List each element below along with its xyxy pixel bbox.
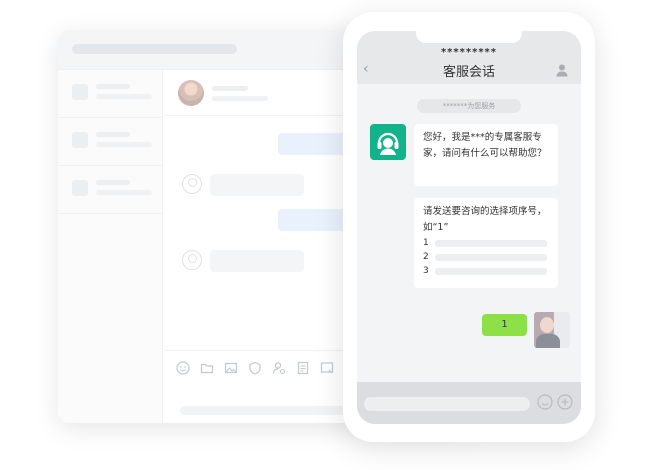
user-reply-bubble: 1 (482, 314, 527, 336)
chat-title: 客服会话 (442, 65, 495, 80)
smile-icon[interactable] (176, 361, 190, 375)
visitor-message-bubble (210, 250, 304, 272)
greeting-message: 您好，我是***的专属客服专家，请问有什么可以帮助您？ (414, 124, 558, 186)
plus-circle-icon[interactable] (557, 394, 573, 410)
contact-avatar (72, 84, 88, 100)
title-placeholder (72, 44, 237, 54)
option-number: 2 (423, 252, 429, 262)
customer-avatar (178, 80, 204, 106)
contact-item[interactable] (58, 118, 163, 166)
visitor-avatar-icon (182, 174, 202, 194)
phone-input-bar (357, 382, 581, 424)
image-icon[interactable] (224, 361, 238, 375)
visitor-avatar-icon (182, 250, 202, 270)
contact-avatar (72, 180, 88, 196)
contact-name: ********* (440, 47, 498, 58)
options-message: 请发送要咨询的选择项序号，如“1” 1 2 3 (414, 198, 558, 288)
phone-header: ********* 客服会话 ‹ (357, 31, 581, 84)
smile-icon[interactable] (537, 394, 553, 410)
phone-notch (416, 31, 522, 43)
system-tip: *******为您服务 (417, 99, 521, 113)
user-avatar (534, 312, 570, 348)
option-item[interactable]: 2 (423, 250, 549, 264)
option-placeholder (435, 240, 547, 247)
phone-frame: ********* 客服会话 ‹ *******为您服务 您好，我是***的专属… (343, 12, 595, 442)
promo-stage: ********* 客服会话 ‹ *******为您服务 您好，我是***的专属… (0, 0, 660, 470)
contact-line (96, 142, 152, 147)
options-prompt: 请发送要咨询的选择项序号，如“1” (423, 206, 547, 233)
contact-line (96, 190, 152, 195)
visitor-message-bubble (210, 174, 304, 196)
chevron-left-icon[interactable]: ‹ (363, 61, 369, 77)
contact-line (96, 132, 130, 137)
option-placeholder (435, 268, 547, 275)
screenshot-icon[interactable] (320, 361, 334, 375)
option-number: 1 (423, 238, 429, 248)
note-icon[interactable] (296, 361, 310, 375)
input-placeholder-line[interactable] (180, 406, 360, 415)
message-input[interactable] (364, 397, 530, 411)
customer-status-placeholder (212, 96, 268, 101)
option-placeholder (435, 254, 547, 261)
contact-list (58, 70, 163, 423)
contact-avatar (72, 132, 88, 148)
shield-icon[interactable] (248, 361, 262, 375)
option-number: 3 (423, 266, 429, 276)
contact-line (96, 180, 130, 185)
headset-agent-icon (377, 132, 399, 155)
option-item[interactable]: 1 (423, 236, 549, 250)
agent-message-bubble (278, 209, 348, 231)
service-bot-avatar (370, 124, 406, 160)
user-settings-icon[interactable] (272, 361, 286, 375)
option-item[interactable]: 3 (423, 264, 549, 278)
agent-message-bubble (278, 133, 348, 155)
customer-name-placeholder (212, 86, 248, 91)
user-icon[interactable] (555, 63, 569, 77)
phone-screen: ********* 客服会话 ‹ *******为您服务 您好，我是***的专属… (357, 31, 581, 424)
contact-item[interactable] (58, 70, 163, 118)
contact-line (96, 84, 130, 89)
contact-item[interactable] (58, 166, 163, 214)
contact-line (96, 94, 152, 99)
contact-item[interactable] (58, 214, 163, 262)
folder-icon[interactable] (200, 361, 214, 375)
